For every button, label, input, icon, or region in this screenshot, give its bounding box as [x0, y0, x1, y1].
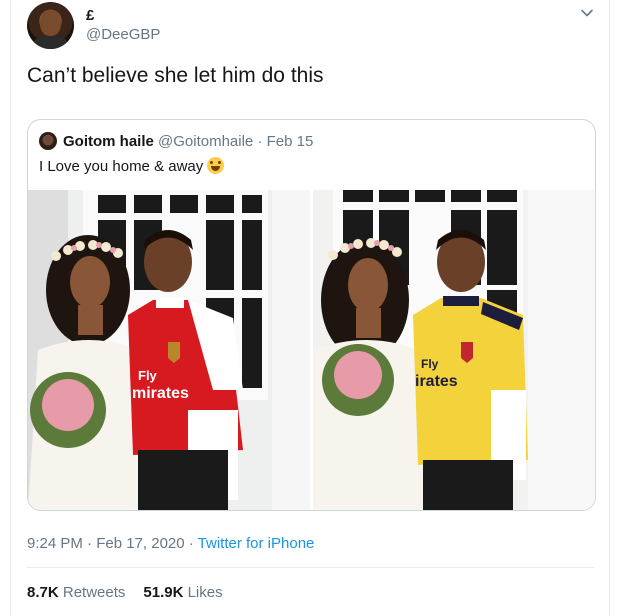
photo-left[interactable]: Fly mirates: [28, 190, 310, 510]
likes-count: 51.9K: [143, 584, 184, 601]
likes-label: Likes: [187, 584, 223, 601]
tweet-timestamp[interactable]: 9:24 PM · Feb 17, 2020 ·: [27, 535, 198, 552]
quoted-tweet[interactable]: Goitom haile @Goitomhaile · Feb 15 I Lov…: [27, 119, 596, 511]
grinning-face-emoji-icon: [207, 157, 225, 174]
author-avatar[interactable]: [27, 2, 74, 49]
quoted-author-avatar: [39, 132, 57, 150]
svg-text:mirates: mirates: [132, 385, 189, 402]
tweet-stats: 8.7K Retweets 51.9K Likes: [27, 584, 223, 601]
author-handle[interactable]: @DeeGBP: [86, 26, 160, 43]
retweets-label: Retweets: [62, 584, 126, 601]
chevron-down-icon[interactable]: [579, 5, 595, 21]
likes-stat[interactable]: 51.9K Likes: [143, 584, 222, 601]
author-display-name[interactable]: £: [86, 7, 94, 24]
quoted-author-handle-date: @Goitomhaile · Feb 15: [158, 133, 314, 150]
retweets-stat[interactable]: 8.7K Retweets: [27, 584, 125, 601]
svg-text:Fly: Fly: [421, 357, 439, 371]
tweet-meta: 9:24 PM · Feb 17, 2020 · Twitter for iPh…: [27, 535, 314, 552]
quoted-tweet-text-row: I Love you home & away: [39, 157, 225, 175]
svg-text:Fly: Fly: [138, 368, 158, 383]
photo-right[interactable]: Fly irates: [313, 190, 595, 510]
retweets-count: 8.7K: [27, 584, 59, 601]
tweet-source-link[interactable]: Twitter for iPhone: [198, 535, 315, 552]
quoted-author-name: Goitom haile: [63, 133, 154, 150]
quoted-tweet-text: I Love you home & away: [39, 158, 204, 175]
tweet-text: Can’t believe she let him do this: [27, 64, 324, 87]
svg-text:irates: irates: [415, 373, 458, 390]
divider: [27, 567, 594, 568]
